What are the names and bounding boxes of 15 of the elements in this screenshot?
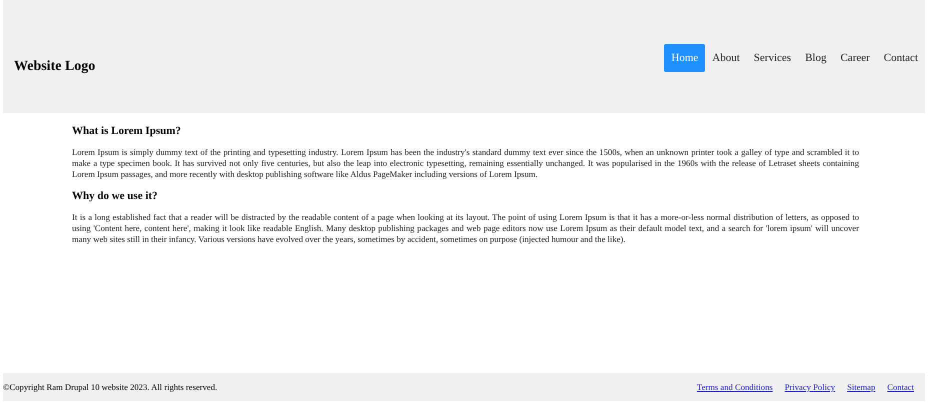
nav-link[interactable]: Career — [833, 44, 877, 72]
nav-link[interactable]: Services — [746, 44, 798, 72]
section-heading: Why do we use it? — [72, 190, 159, 202]
nav-link[interactable]: About — [705, 44, 747, 72]
footer-link[interactable]: Privacy Policy — [784, 382, 836, 392]
copyright-text: ©Copyright Ram Drupal 10 website 2023. All rights reserved. — [3, 382, 218, 392]
nav-link[interactable]: Blog — [798, 44, 834, 72]
paragraph: It is a long established fact that a reader will be distracted by the readable content of a page when looking at its layout. The point of using Lorem Ipsum is that it has a more-or-less normal distribution of letters, as opposed to using 'Content here, content here', making it look like readable English. Many desktop publishing packages and web page editors now use Lorem Ipsum as their default model text, and a search for 'lorem ipsum' will uncover many web sites still in their infancy. Various versions have evolved over the years, sometimes by accident, sometimes on purpose (injected humour and the like). — [72, 212, 859, 245]
nav-link[interactable]: Contact — [876, 44, 925, 72]
paragraph: Lorem Ipsum is simply dummy text of the printing and typesetting industry. Lorem Ipsum has been the industry's standard dummy text ever since the 1500s, when an unknown printer took a galley of type and scrambled it to make a type specimen book. It has survived not only five centuries, but also the leap into electronic typesetting, remaining essentially unchanged. It was popularised in the 1960s with the release of Letraset sheets containing Lorem Ipsum passages, and more recently with desktop publishing software like Aldus PageMaker including versions of Lorem Ipsum. — [72, 147, 859, 180]
footer-link[interactable]: Terms and Conditions — [696, 382, 773, 392]
website-logo: Website Logo — [14, 58, 96, 74]
section-heading: What is Lorem Ipsum? — [72, 125, 182, 137]
footer-link[interactable]: Contact — [887, 382, 914, 392]
footer-link[interactable]: Sitemap — [847, 382, 876, 392]
